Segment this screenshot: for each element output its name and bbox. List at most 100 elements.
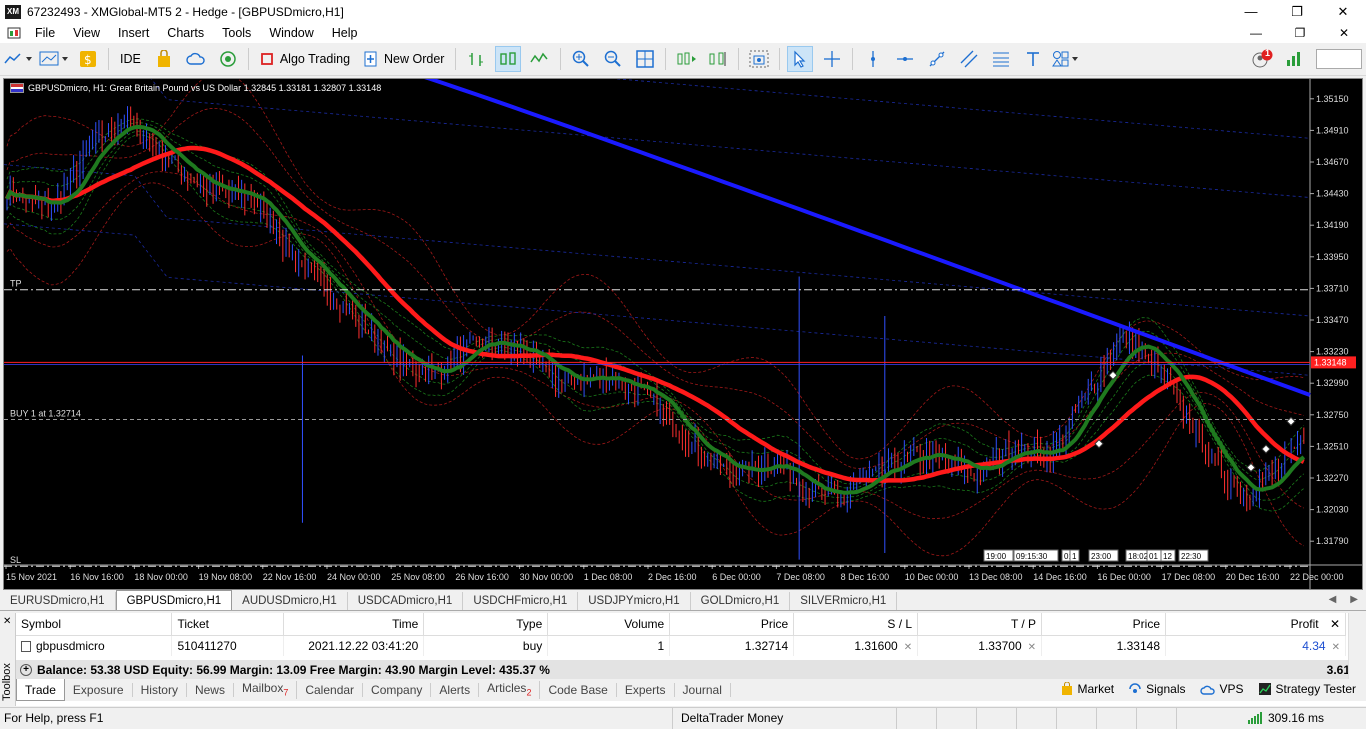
tile-windows-icon[interactable] — [632, 46, 658, 72]
new-order-button[interactable]: New Order — [360, 46, 448, 72]
menu-help[interactable]: Help — [323, 26, 367, 40]
chart-canvas[interactable]: 1.35150 1.34910 1.34670 1.34430 1.34190 1.339… — [4, 79, 1362, 589]
chart-window-icon[interactable] — [6, 25, 22, 41]
tab-code-base[interactable]: Code Base — [540, 683, 617, 697]
menu-charts[interactable]: Charts — [158, 26, 213, 40]
trendline-icon[interactable] — [924, 46, 950, 72]
close-position-icon[interactable]: ✕ — [1332, 642, 1340, 653]
community-icon[interactable] — [215, 46, 241, 72]
chart-shift-icon[interactable] — [705, 46, 731, 72]
time-tick-label: 22 Dec 00:00 — [1290, 572, 1344, 582]
vps-button[interactable]: VPS — [1199, 682, 1244, 696]
ide-button[interactable]: IDE — [116, 46, 145, 72]
table-row[interactable]: gbpusdmicro 510411270 2021.12.22 03:41:2… — [16, 635, 1346, 656]
menu-view[interactable]: View — [64, 26, 109, 40]
col-type[interactable]: Type — [423, 613, 549, 636]
tab-calendar[interactable]: Calendar — [297, 683, 364, 697]
horizontal-line-icon[interactable] — [892, 46, 918, 72]
market-bag-icon[interactable] — [151, 46, 177, 72]
row-sl[interactable]: 1.31600 ✕ — [793, 635, 919, 656]
signal-strength-icon[interactable] — [1281, 46, 1307, 72]
signals-button[interactable]: Signals — [1128, 682, 1186, 696]
tab-company[interactable]: Company — [363, 683, 432, 697]
market-button[interactable]: Market — [1061, 682, 1114, 696]
col-time[interactable]: Time — [283, 613, 425, 636]
menu-insert[interactable]: Insert — [109, 26, 158, 40]
col-price[interactable]: Price — [669, 613, 795, 636]
crosshair-icon[interactable] — [819, 46, 845, 72]
tab-scroll-right-icon[interactable]: ▶ — [1350, 594, 1358, 605]
col-symbol[interactable]: Symbol — [16, 613, 173, 636]
symbol-tab[interactable]: SILVERmicro,H1 — [790, 592, 898, 610]
status-profile[interactable]: DeltaTrader Money — [672, 707, 783, 729]
tab-history[interactable]: History — [133, 683, 187, 697]
menu-tools[interactable]: Tools — [213, 26, 260, 40]
symbol-tab[interactable]: USDJPYmicro,H1 — [578, 592, 691, 610]
candlestick-chart-icon[interactable] — [495, 46, 522, 72]
col-current-price[interactable]: Price — [1041, 613, 1166, 636]
tab-articles[interactable]: Articles2 — [479, 680, 541, 700]
tp-label: TP — [10, 279, 22, 289]
child-minimize-button[interactable]: — — [1234, 23, 1278, 43]
tab-scroll-left-icon[interactable]: ◀ — [1329, 594, 1337, 605]
symbol-tab[interactable]: AUDUSDmicro,H1 — [232, 592, 348, 610]
minimize-button[interactable]: — — [1228, 0, 1274, 23]
col-ticket[interactable]: Ticket — [171, 613, 285, 636]
status-ping[interactable]: 309.16 ms — [1247, 711, 1324, 725]
cursor-icon[interactable] — [787, 46, 814, 72]
symbol-tab[interactable]: USDCHFmicro,H1 — [463, 592, 579, 610]
balance-profit: 3.61 — [1326, 662, 1350, 677]
time-tick-label: 8 Dec 16:00 — [841, 572, 890, 582]
symbol-tab[interactable]: USDCADmicro,H1 — [348, 592, 464, 610]
row-current-price: 1.33148 — [1041, 635, 1166, 656]
child-restore-button[interactable]: ❐ — [1278, 23, 1322, 43]
menu-window[interactable]: Window — [260, 26, 322, 40]
chart-template-icon[interactable] — [39, 46, 69, 72]
shapes-dropdown-icon[interactable] — [1052, 46, 1080, 72]
close-all-icon[interactable]: ✕ — [1330, 617, 1340, 631]
toolbox-close-icon[interactable]: ✕ — [3, 616, 11, 627]
deposit-icon[interactable]: $ — [75, 46, 101, 72]
zoom-out-icon[interactable] — [600, 46, 626, 72]
line-chart-dropdown-icon[interactable] — [3, 46, 33, 72]
row-tp[interactable]: 1.33700 ✕ — [917, 635, 1043, 656]
remove-tp-icon[interactable]: ✕ — [1028, 642, 1036, 653]
scroll-chart-icon[interactable] — [673, 46, 699, 72]
tab-journal[interactable]: Journal — [675, 683, 731, 697]
col-sl[interactable]: S / L — [793, 613, 919, 636]
col-tp[interactable]: T / P — [917, 613, 1043, 636]
channel-icon[interactable] — [956, 46, 982, 72]
price-chart[interactable]: 1.35150 1.34910 1.34670 1.34430 1.34190 1.339… — [3, 78, 1363, 590]
child-close-button[interactable]: ✕ — [1322, 23, 1366, 43]
tab-exposure[interactable]: Exposure — [65, 683, 133, 697]
symbol-tab[interactable]: GOLDmicro,H1 — [691, 592, 791, 610]
strategy-tester-button[interactable]: Strategy Tester — [1258, 682, 1356, 696]
search-input[interactable] — [1316, 49, 1362, 69]
tab-trade[interactable]: Trade — [16, 679, 65, 701]
expand-plus-icon[interactable]: + — [20, 663, 32, 676]
tab-experts[interactable]: Experts — [617, 683, 675, 697]
zoom-in-icon[interactable] — [568, 46, 594, 72]
remove-sl-icon[interactable]: ✕ — [904, 642, 912, 653]
line-chart-icon[interactable] — [527, 46, 553, 72]
tab-mailbox[interactable]: Mailbox7 — [234, 680, 298, 700]
col-volume[interactable]: Volume — [547, 613, 671, 636]
screenshot-icon[interactable] — [746, 46, 772, 72]
tab-alerts[interactable]: Alerts — [431, 683, 480, 697]
maximize-button[interactable]: ❐ — [1274, 0, 1320, 23]
menu-file[interactable]: File — [26, 26, 64, 40]
vertical-line-icon[interactable] — [860, 46, 886, 72]
profile-notification-icon[interactable]: 1 — [1249, 46, 1275, 72]
fibonacci-icon[interactable] — [988, 46, 1014, 72]
symbol-tab-active[interactable]: GBPUSDmicro,H1 — [115, 590, 233, 610]
close-button[interactable]: ✕ — [1320, 0, 1366, 23]
bar-chart-icon[interactable] — [463, 46, 489, 72]
cloud-icon[interactable] — [183, 46, 209, 72]
algo-trading-label: Algo Trading — [279, 52, 351, 66]
tab-news[interactable]: News — [187, 683, 234, 697]
algo-trading-button[interactable]: Algo Trading — [256, 46, 354, 72]
toolbox-scrollbar[interactable] — [1348, 613, 1366, 679]
symbol-tab[interactable]: EURUSDmicro,H1 — [0, 592, 116, 610]
col-profit[interactable]: Profit ✕ — [1165, 613, 1346, 636]
text-tool-icon[interactable] — [1020, 46, 1046, 72]
